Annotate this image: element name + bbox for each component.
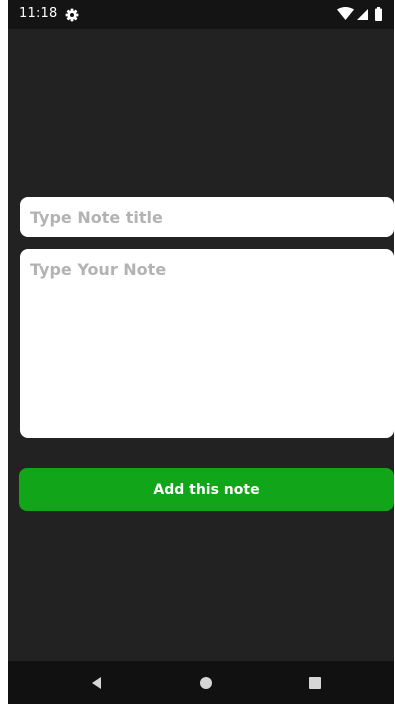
back-triangle-icon[interactable]: [87, 673, 107, 693]
recents-square-icon[interactable]: [305, 673, 325, 693]
app-screen: 11:18 Type Note title Type Your Note Add…: [8, 0, 394, 704]
wifi-icon: [337, 7, 354, 20]
gear-icon: [65, 7, 79, 22]
add-note-button[interactable]: Add this note: [19, 468, 394, 511]
home-circle-icon[interactable]: [196, 673, 216, 693]
status-time: 11:18: [19, 6, 58, 21]
note-title-input[interactable]: [20, 197, 394, 237]
status-bar: 11:18: [8, 0, 394, 29]
battery-icon: [375, 7, 382, 21]
note-body-textarea[interactable]: [20, 249, 394, 438]
navigation-bar: [8, 661, 394, 704]
cell-signal-icon: [357, 9, 368, 20]
status-indicators: [337, 7, 385, 21]
